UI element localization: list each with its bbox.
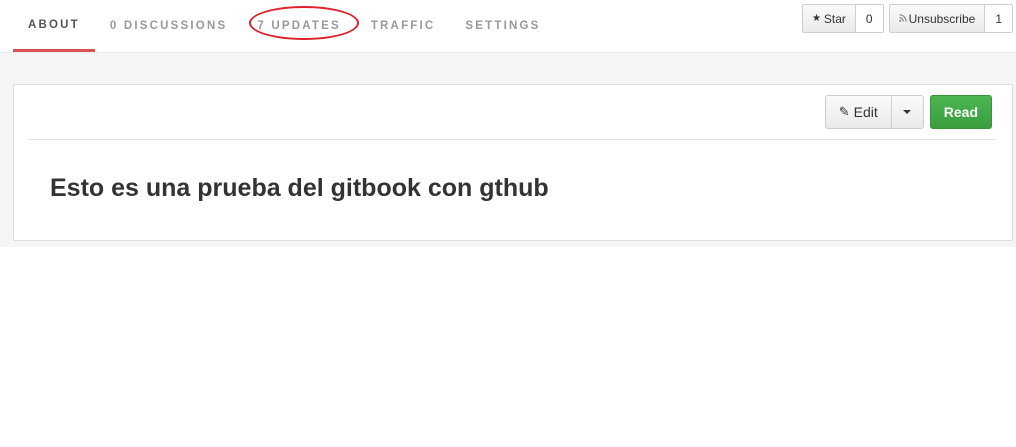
tab-bar: ABOUT 0 DISCUSSIONS 7 UPDATES TRAFFIC SE… [13, 0, 556, 52]
top-navigation: ABOUT 0 DISCUSSIONS 7 UPDATES TRAFFIC SE… [0, 0, 1016, 52]
unsubscribe-group: Unsubscribe 1 [888, 4, 1013, 33]
tab-updates[interactable]: 7 UPDATES [242, 0, 359, 52]
star-label: Star [823, 11, 846, 26]
edit-button[interactable]: ✎ Edit [824, 95, 892, 129]
unsubscribe-button[interactable]: Unsubscribe [888, 4, 986, 33]
tab-traffic[interactable]: TRAFFIC [356, 0, 451, 52]
star-count[interactable]: 0 [855, 4, 884, 33]
pencil-icon: ✎ [838, 104, 850, 119]
tab-settings[interactable]: SETTINGS [450, 0, 555, 52]
page-title: Esto es una prueba del gitbook con gthub [50, 174, 549, 202]
read-button[interactable]: Read [929, 95, 992, 129]
chevron-down-icon [903, 110, 912, 114]
edit-label: Edit [853, 104, 878, 120]
star-icon: ★ [811, 13, 821, 24]
tab-discussions[interactable]: 0 DISCUSSIONS [95, 0, 242, 52]
rss-icon [898, 13, 907, 24]
header-actions: ★ Star 0 Unsubscribe 1 [801, 4, 1013, 33]
divider [28, 139, 996, 140]
edit-dropdown-button[interactable] [891, 95, 924, 129]
tab-about[interactable]: ABOUT [13, 0, 95, 52]
content-area: ✎ Edit Read Esto es una prueba del gitbo… [0, 52, 1016, 247]
card-toolbar: ✎ Edit Read [824, 95, 992, 129]
unsubscribe-label: Unsubscribe [908, 11, 976, 26]
edit-group: ✎ Edit [824, 95, 924, 129]
book-card: ✎ Edit Read Esto es una prueba del gitbo… [13, 84, 1013, 241]
star-group: ★ Star 0 [801, 4, 884, 33]
star-button[interactable]: ★ Star [801, 4, 856, 33]
subscriber-count[interactable]: 1 [985, 4, 1013, 33]
